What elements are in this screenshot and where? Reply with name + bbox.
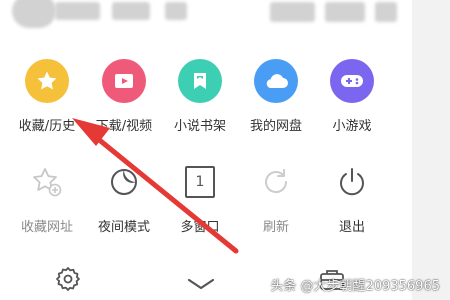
- menu-item-label: 夜间模式: [97, 220, 150, 235]
- window-count-box: 1: [185, 166, 215, 198]
- blurred-text-4: [270, 2, 315, 22]
- download-video-icon: [102, 59, 146, 103]
- menu-item-label: 收藏/历史: [18, 119, 76, 134]
- menu-item-novel-bookshelf[interactable]: 小说书架: [162, 59, 238, 134]
- window-count-value: 1: [195, 174, 205, 190]
- page-edge-strip: [412, 0, 450, 300]
- menu-item-mini-games[interactable]: 小游戏: [314, 59, 390, 134]
- blurred-text-5: [325, 2, 365, 22]
- gamepad-icon: [330, 59, 374, 103]
- blurred-username: [30, 2, 50, 22]
- menu-item-label: 下载/视频: [95, 119, 153, 134]
- window-count-icon: 1: [178, 160, 222, 204]
- settings-gear-icon[interactable]: [53, 264, 83, 294]
- star-icon: [25, 59, 69, 103]
- menu-item-exit[interactable]: 退出: [314, 160, 390, 235]
- blurred-text-6: [375, 2, 397, 22]
- menu-item-label: 小游戏: [332, 119, 372, 134]
- menu-item-label: 刷新: [262, 220, 289, 235]
- add-star-icon: [25, 160, 69, 204]
- refresh-icon: [254, 160, 298, 204]
- watermark-text: 头条 @大步朝醒209356965: [270, 279, 440, 294]
- menu-item-multi-window[interactable]: 1 多窗口: [162, 160, 238, 235]
- blurred-text-3: [165, 2, 187, 20]
- menu-item-label: 多窗口: [180, 220, 220, 235]
- cloud-icon: [254, 59, 298, 103]
- blurred-text-1: [55, 2, 100, 20]
- bookmark-book-icon: [178, 59, 222, 103]
- blurred-text-2: [112, 2, 150, 20]
- menu-item-favorites-history[interactable]: 收藏/历史: [9, 59, 85, 134]
- menu-item-night-mode[interactable]: 夜间模式: [86, 160, 162, 235]
- menu-item-label: 退出: [338, 220, 365, 235]
- menu-item-label: 小说书架: [173, 119, 226, 134]
- power-icon: [330, 160, 374, 204]
- menu-item-refresh[interactable]: 刷新: [238, 160, 314, 235]
- menu-item-label: 收藏网址: [20, 220, 73, 235]
- collapse-chevron-icon[interactable]: [184, 274, 218, 294]
- menu-item-label: 我的网盘: [249, 119, 302, 134]
- menu-item-bookmark-url[interactable]: 收藏网址: [9, 160, 85, 235]
- menu-item-downloads-video[interactable]: 下载/视频: [86, 59, 162, 134]
- browser-menu-sheet: 收藏/历史 下载/视频 小说书架 我的网盘 小游戏 收藏网址 夜间模式 1 多窗…: [0, 0, 412, 300]
- moon-icon: [102, 160, 146, 204]
- menu-item-my-netdisk[interactable]: 我的网盘: [238, 59, 314, 134]
